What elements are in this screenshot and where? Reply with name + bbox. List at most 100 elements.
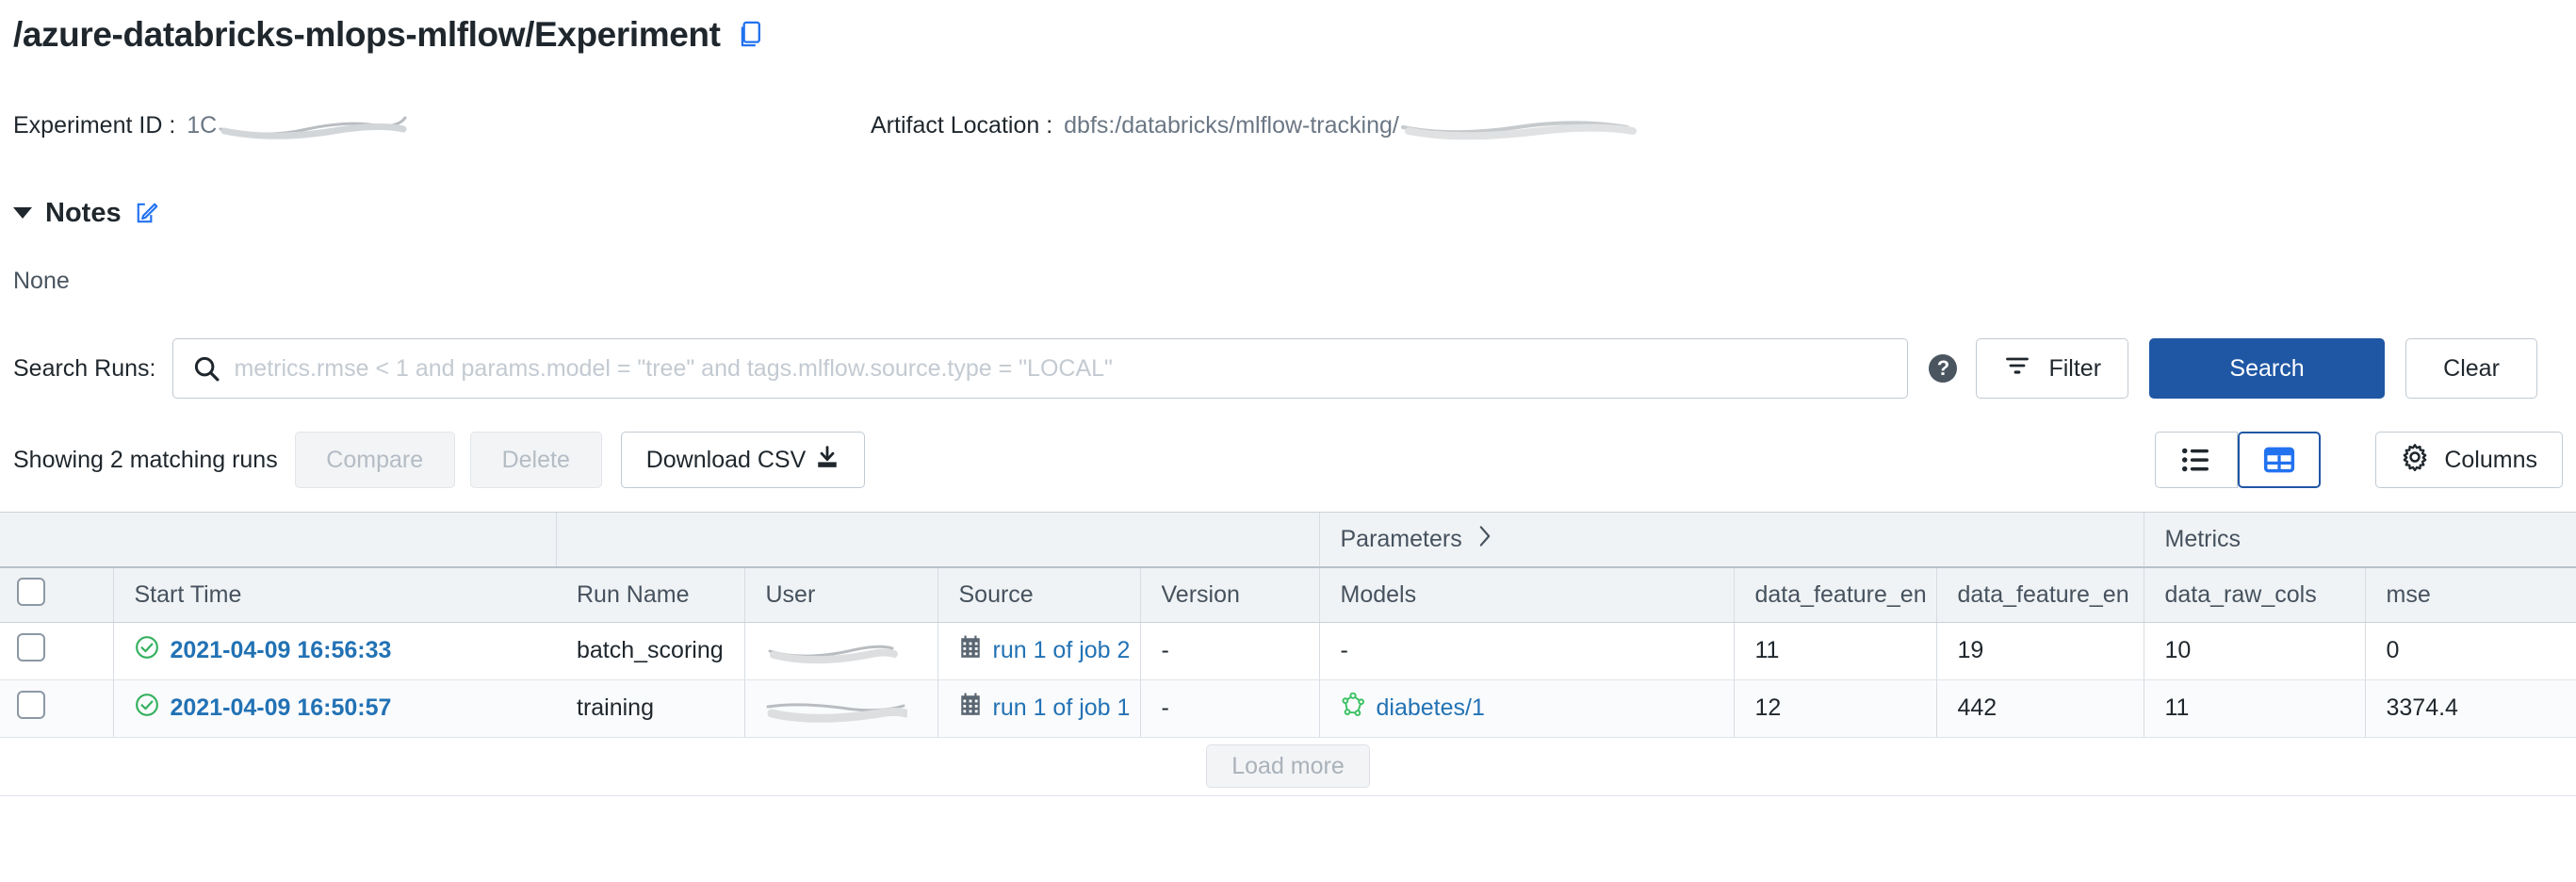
check-circle-icon [135, 635, 159, 666]
cell-data-raw-cols: 10 [2143, 622, 2365, 680]
table-row: 2021-04-09 16:56:33 batch_scoring run 1 … [0, 622, 2576, 680]
column-header-start-time[interactable]: Start Time [112, 567, 556, 623]
cell-run-name: training [556, 679, 744, 738]
chevron-down-icon[interactable] [13, 207, 32, 219]
cell-data-feature-en-2: 19 [1935, 622, 2144, 680]
chevron-right-icon[interactable] [1477, 525, 1492, 554]
group-header-parameters[interactable]: Parameters [1318, 513, 2144, 568]
cell-source[interactable]: run 1 of job 1 [937, 679, 1140, 738]
column-header-version[interactable]: Version [1139, 567, 1319, 623]
cell-run-name: batch_scoring [556, 622, 744, 680]
cell-user [743, 679, 937, 738]
column-header-user[interactable]: User [743, 567, 937, 623]
load-more-cell: Load more [0, 737, 2576, 796]
load-more-row: Load more [0, 737, 2576, 796]
artifact-location-block: Artifact Location : dbfs:/databricks/mlf… [871, 106, 1644, 144]
view-mode-toggle [2155, 432, 2322, 488]
cell-data-raw-cols: 11 [2143, 679, 2365, 738]
table-view-icon[interactable] [2238, 432, 2322, 488]
download-csv-label: Download CSV [645, 446, 807, 473]
select-all-header [0, 567, 113, 623]
cell-version: - [1139, 622, 1319, 680]
mlflow-model-icon [1341, 692, 1365, 724]
cell-models[interactable]: diabetes/1 [1318, 679, 1734, 738]
experiment-page: /azure-databricks-mlops-mlflow/Experimen… [0, 0, 2576, 882]
experiment-id-label: Experiment ID : [13, 111, 176, 139]
filter-funnel-icon [2003, 352, 2031, 385]
cell-mse: 3374.4 [2364, 679, 2576, 738]
column-header-run-name[interactable]: Run Name [556, 567, 744, 623]
gear-icon [2401, 443, 2429, 478]
artifact-location-redaction [1399, 106, 1644, 144]
delete-button[interactable]: Delete [469, 432, 602, 488]
search-box[interactable] [172, 338, 1909, 399]
experiment-id-value: 1C [187, 111, 218, 139]
parameters-group-label: Parameters [1340, 526, 1462, 552]
cell-models: - [1318, 622, 1734, 680]
group-header-metrics[interactable]: Metrics [2143, 513, 2576, 568]
metrics-group-label: Metrics [2164, 526, 2242, 552]
table-header-row: Start Time Run Name User Source Version … [0, 567, 2576, 623]
user-redaction [766, 632, 898, 670]
load-more-button[interactable]: Load more [1206, 744, 1370, 788]
question-mark-icon[interactable]: ? [1929, 354, 1958, 383]
cell-source[interactable]: run 1 of job 2 [937, 622, 1140, 680]
download-csv-button[interactable]: Download CSV [620, 432, 866, 488]
column-header-data-feature-en-2[interactable]: data_feature_en [1935, 567, 2144, 623]
job-calendar-icon [959, 635, 982, 666]
user-redaction [766, 690, 907, 727]
select-all-checkbox[interactable] [17, 577, 45, 606]
table-row: 2021-04-09 16:50:57 training run 1 of jo… [0, 679, 2576, 738]
cell-data-feature-en-2: 442 [1935, 679, 2144, 738]
compare-button[interactable]: Compare [294, 432, 455, 488]
artifact-location-label: Artifact Location : [871, 111, 1053, 139]
row-checkbox[interactable] [17, 633, 45, 662]
columns-button[interactable]: Columns [2375, 432, 2563, 488]
cell-start-time[interactable]: 2021-04-09 16:50:57 [112, 679, 556, 738]
artifact-location-value: dbfs:/databricks/mlflow-tracking/ [1064, 111, 1399, 139]
runs-table: Parameters Metrics Start Time Run Name U… [0, 513, 2576, 796]
start-time-link[interactable]: 2021-04-09 16:56:33 [171, 637, 392, 664]
runs-table-wrap: Parameters Metrics Start Time Run Name U… [0, 512, 2576, 796]
cell-version: - [1139, 679, 1319, 738]
cell-mse: 0 [2364, 622, 2576, 680]
experiment-id-redaction [217, 106, 433, 144]
table-group-header-row: Parameters Metrics [0, 513, 2576, 568]
cell-data-feature-en-1: 11 [1733, 622, 1936, 680]
search-input[interactable] [234, 339, 1908, 398]
notes-title: Notes [45, 197, 122, 228]
list-view-icon[interactable] [2155, 432, 2239, 488]
row-select-cell [0, 622, 113, 680]
source-link[interactable]: run 1 of job 1 [993, 694, 1131, 722]
filter-button-label: Filter [2048, 354, 2102, 382]
search-button[interactable]: Search [2149, 338, 2386, 399]
clear-button[interactable]: Clear [2405, 338, 2538, 399]
search-runs-row: Search Runs: ? Filter Search Clear [0, 335, 2576, 402]
cell-start-time[interactable]: 2021-04-09 16:56:33 [112, 622, 556, 680]
group-header-blank-left [0, 513, 556, 568]
filter-button[interactable]: Filter [1976, 338, 2129, 399]
check-circle-icon [135, 693, 159, 724]
model-link[interactable]: diabetes/1 [1377, 694, 1485, 722]
column-header-models[interactable]: Models [1318, 567, 1734, 623]
experiment-meta-row: Experiment ID : 1C Artifact Location : d… [0, 104, 2576, 147]
edit-pencil-icon[interactable] [135, 201, 159, 225]
search-icon [192, 354, 220, 383]
runs-action-row: Showing 2 matching runs Compare Delete D… [0, 431, 2576, 489]
showing-runs-text: Showing 2 matching runs [13, 446, 278, 473]
column-header-data-raw-cols[interactable]: data_raw_cols [2143, 567, 2365, 623]
column-header-source[interactable]: Source [937, 567, 1140, 623]
column-header-mse[interactable]: mse [2364, 567, 2576, 623]
job-calendar-icon [959, 693, 982, 724]
notes-header[interactable]: Notes [0, 194, 2576, 232]
row-select-cell [0, 679, 113, 738]
start-time-link[interactable]: 2021-04-09 16:50:57 [171, 694, 392, 722]
download-icon [815, 445, 840, 476]
copy-icon[interactable] [736, 19, 764, 49]
page-title: /azure-databricks-mlops-mlflow/Experimen… [13, 14, 721, 54]
source-link[interactable]: run 1 of job 2 [993, 637, 1131, 664]
row-checkbox[interactable] [17, 691, 45, 719]
notes-body: None [13, 268, 70, 294]
column-header-data-feature-en-1[interactable]: data_feature_en [1733, 567, 1936, 623]
group-header-blank-mid [555, 513, 1319, 568]
